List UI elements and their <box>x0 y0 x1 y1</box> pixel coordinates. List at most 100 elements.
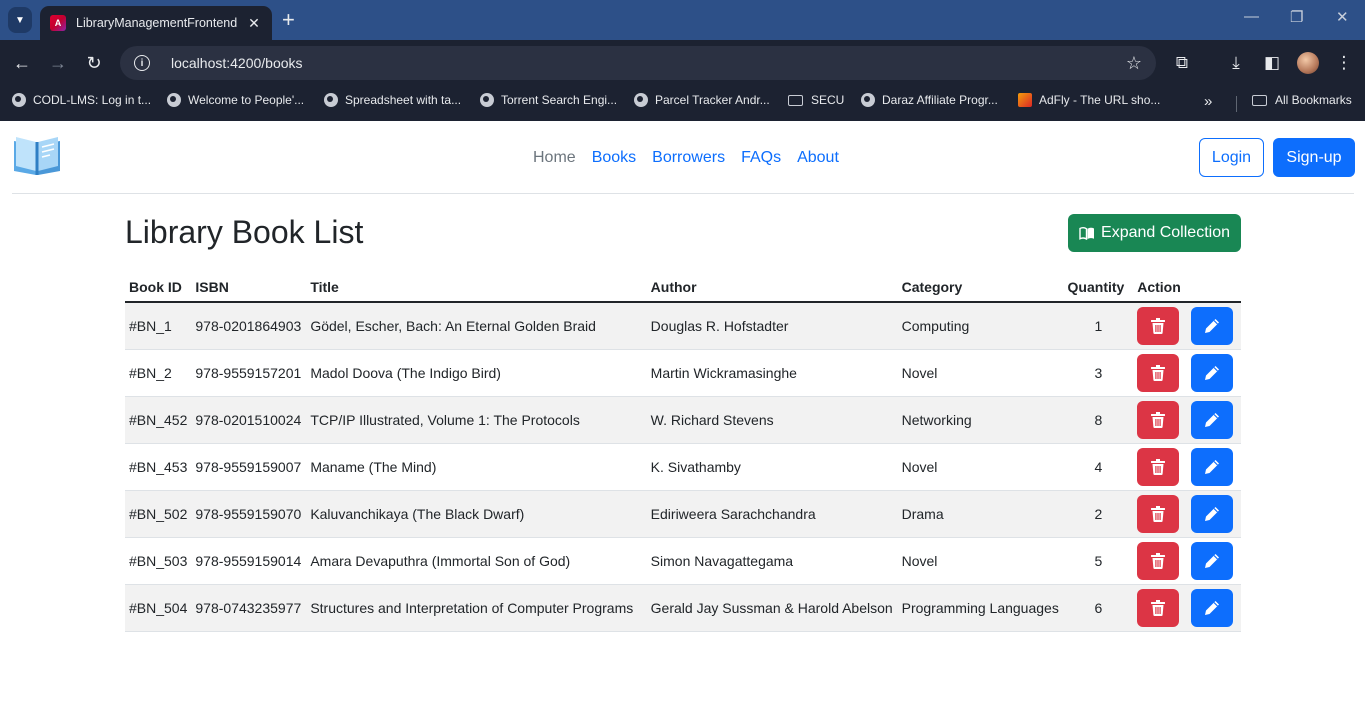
expand-collection-button[interactable]: Expand Collection <box>1068 214 1241 252</box>
bookmark-item[interactable]: Welcome to People'... <box>167 93 304 107</box>
cell-actions <box>1133 349 1241 397</box>
cell-quantity: 3 <box>1063 349 1134 397</box>
nav-link-borrowers[interactable]: Borrowers <box>652 148 725 168</box>
site-info-icon[interactable]: i <box>134 55 150 71</box>
cell-category: Novel <box>897 349 1064 397</box>
cell-isbn: 978-0201864903 <box>191 302 307 350</box>
cell-category: Programming Languages <box>897 584 1064 632</box>
cell-category: Computing <box>897 302 1064 350</box>
col-header-isbn: ISBN <box>191 272 307 303</box>
table-header-row: Book ID ISBN Title Author Category Quant… <box>125 272 1241 303</box>
edit-button[interactable] <box>1191 353 1234 392</box>
table-row: #BN_503 978-9559159014 Amara Devaputhra … <box>125 537 1241 585</box>
cell-isbn: 978-0201510024 <box>191 396 307 444</box>
globe-icon <box>634 93 648 107</box>
bookmark-item[interactable]: Daraz Affiliate Progr... <box>861 93 998 107</box>
book-icon <box>1079 226 1095 240</box>
cell-category: Drama <box>897 490 1064 538</box>
trash-icon <box>1151 599 1166 616</box>
table-row: #BN_452 978-0201510024 TCP/IP Illustrate… <box>125 396 1241 444</box>
nav-link-home[interactable]: Home <box>533 148 576 168</box>
restore-icon[interactable]: ❐ <box>1290 8 1303 26</box>
forward-arrow-icon[interactable]: → <box>46 51 70 75</box>
download-icon[interactable]: ⤓ <box>1225 52 1247 74</box>
cell-category: Networking <box>897 396 1064 444</box>
book-table-body: #BN_1 978-0201864903 Gödel, Escher, Bach… <box>125 302 1241 632</box>
extensions-icon[interactable]: ⧉ <box>1171 52 1193 74</box>
cell-isbn: 978-9559159007 <box>191 443 307 491</box>
cell-isbn: 978-0743235977 <box>191 584 307 632</box>
pencil-icon <box>1205 459 1220 474</box>
all-bookmarks-folder[interactable]: All Bookmarks <box>1252 93 1352 107</box>
bookmark-item[interactable]: AdFly - The URL sho... <box>1018 93 1160 107</box>
url-text[interactable]: localhost:4200/books <box>171 55 1126 71</box>
signup-button[interactable]: Sign-up <box>1273 138 1355 177</box>
cell-book-id: #BN_2 <box>125 349 192 397</box>
tab-search-chevron-icon[interactable]: ▼ <box>8 7 32 33</box>
side-panel-icon[interactable]: ◧ <box>1261 52 1283 74</box>
cell-title: Madol Doova (The Indigo Bird) <box>306 349 647 397</box>
back-arrow-icon[interactable]: ← <box>10 51 34 75</box>
globe-icon <box>167 93 181 107</box>
minimize-icon[interactable]: — <box>1244 8 1259 25</box>
edit-button[interactable] <box>1191 541 1234 580</box>
reload-icon[interactable]: ↻ <box>82 51 106 75</box>
col-header-title: Title <box>306 272 647 303</box>
page-title: Library Book List <box>125 214 364 250</box>
col-header-category: Category <box>897 272 1064 303</box>
nav-link-faqs[interactable]: FAQs <box>741 148 781 168</box>
edit-button[interactable] <box>1191 306 1234 345</box>
nav-link-books[interactable]: Books <box>592 148 636 168</box>
nav-link-about[interactable]: About <box>797 148 839 168</box>
bookmark-item[interactable]: Torrent Search Engi... <box>480 93 617 107</box>
app-navbar: Home Books Borrowers FAQs About Login Si… <box>12 121 1355 194</box>
browser-tab[interactable]: A LibraryManagementFrontend ✕ <box>40 6 272 40</box>
cell-actions <box>1133 537 1241 585</box>
pencil-icon <box>1205 365 1220 380</box>
book-table: Book ID ISBN Title Author Category Quant… <box>125 272 1241 632</box>
globe-icon <box>12 93 26 107</box>
col-header-book-id: Book ID <box>125 272 192 303</box>
browser-tab-bar: ▼ A LibraryManagementFrontend ✕ + — ❐ ✕ <box>0 0 1365 40</box>
delete-button[interactable] <box>1137 353 1180 392</box>
bookmark-item[interactable]: CODL-LMS: Log in t... <box>12 93 151 107</box>
cell-book-id: #BN_453 <box>125 443 192 491</box>
edit-button[interactable] <box>1191 400 1234 439</box>
cell-quantity: 5 <box>1063 537 1134 585</box>
delete-button[interactable] <box>1137 400 1180 439</box>
edit-button[interactable] <box>1191 588 1234 627</box>
trash-icon <box>1151 505 1166 522</box>
cell-quantity: 1 <box>1063 302 1134 350</box>
delete-button[interactable] <box>1137 541 1180 580</box>
menu-kebab-icon[interactable]: ⋮ <box>1333 52 1355 74</box>
window-close-icon[interactable]: ✕ <box>1336 8 1349 26</box>
pencil-icon <box>1205 506 1220 521</box>
edit-button[interactable] <box>1191 447 1234 486</box>
cell-book-id: #BN_502 <box>125 490 192 538</box>
trash-icon <box>1151 552 1166 569</box>
delete-button[interactable] <box>1137 494 1180 533</box>
bookmark-folder[interactable]: SECU <box>788 93 844 107</box>
cell-title: Gödel, Escher, Bach: An Eternal Golden B… <box>306 302 647 350</box>
tab-close-icon[interactable]: ✕ <box>246 15 262 32</box>
profile-avatar[interactable] <box>1297 52 1319 74</box>
bookmark-item[interactable]: Spreadsheet with ta... <box>324 93 461 107</box>
table-row: #BN_1 978-0201864903 Gödel, Escher, Bach… <box>125 302 1241 350</box>
cell-actions <box>1133 443 1241 491</box>
edit-button[interactable] <box>1191 494 1234 533</box>
cell-quantity: 6 <box>1063 584 1134 632</box>
pencil-icon <box>1205 553 1220 568</box>
new-tab-plus-icon[interactable]: + <box>282 8 295 32</box>
address-bar[interactable]: i localhost:4200/books ☆ <box>120 46 1156 80</box>
folder-icon <box>788 94 803 106</box>
bookmark-star-icon[interactable]: ☆ <box>1126 53 1142 74</box>
bookmark-item[interactable]: Parcel Tracker Andr... <box>634 93 770 107</box>
open-book-logo-icon[interactable] <box>12 133 62 177</box>
cell-actions <box>1133 396 1241 444</box>
delete-button[interactable] <box>1137 588 1180 627</box>
delete-button[interactable] <box>1137 447 1180 486</box>
more-bookmarks-chevron-icon[interactable]: » <box>1204 93 1212 110</box>
expand-collection-label: Expand Collection <box>1101 224 1230 241</box>
delete-button[interactable] <box>1137 306 1180 345</box>
login-button[interactable]: Login <box>1199 138 1264 177</box>
